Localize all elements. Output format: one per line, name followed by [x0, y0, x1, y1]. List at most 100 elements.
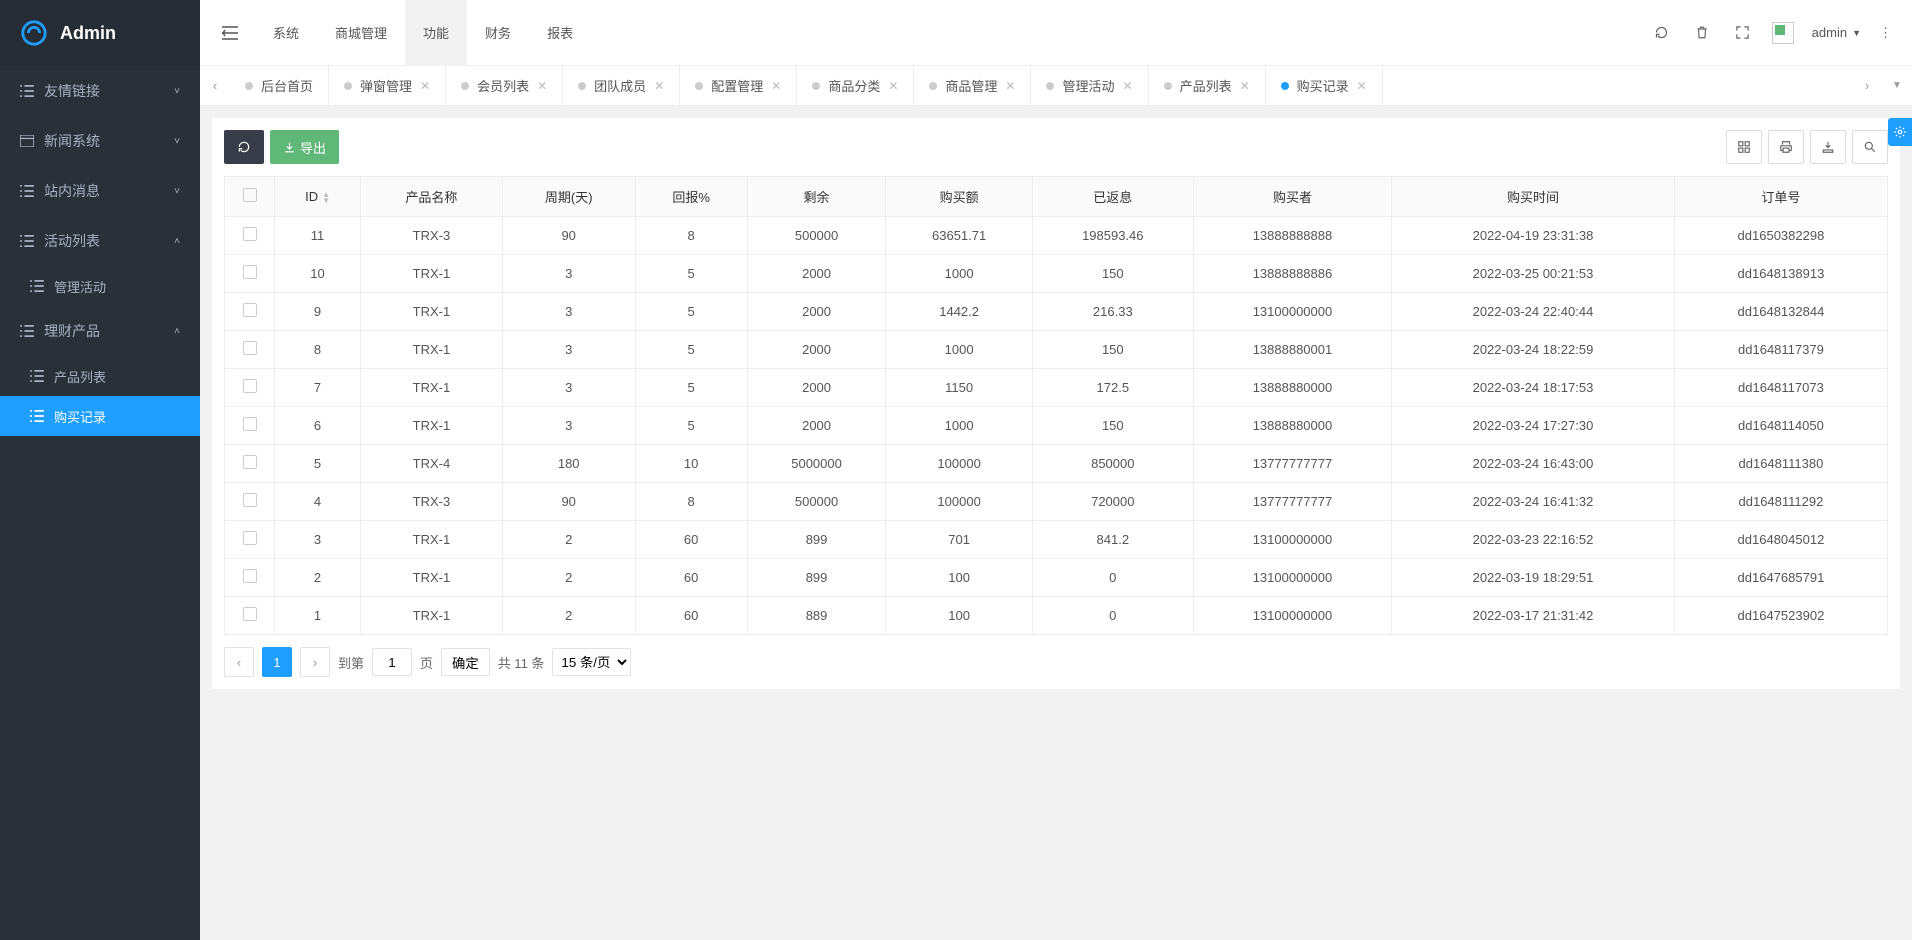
- table-cell: 1000: [886, 407, 1032, 445]
- search-button[interactable]: [1852, 130, 1888, 164]
- row-checkbox[interactable]: [243, 303, 257, 317]
- top-menu-item[interactable]: 商城管理: [317, 0, 405, 66]
- pagination-pagesize-select[interactable]: 15 条/页: [552, 648, 631, 676]
- tab[interactable]: 团队成员✕: [563, 66, 680, 106]
- column-checkbox: [225, 177, 275, 217]
- tab-close-icon[interactable]: ✕: [1123, 79, 1133, 93]
- tab-close-icon[interactable]: ✕: [420, 79, 430, 93]
- tabs-dropdown-button[interactable]: ▼: [1882, 66, 1912, 106]
- table-cell: 2022-03-23 22:16:52: [1392, 521, 1675, 559]
- tab[interactable]: 后台首页: [230, 66, 329, 106]
- column-header: 剩余: [747, 177, 886, 217]
- side-config-toggle[interactable]: [1888, 118, 1912, 146]
- table-cell: 2: [502, 597, 635, 635]
- table-cell: 13777777777: [1193, 445, 1391, 483]
- pagination-next-button[interactable]: ›: [300, 647, 330, 677]
- table-cell: TRX-1: [361, 293, 503, 331]
- tab-close-icon[interactable]: ✕: [771, 79, 781, 93]
- row-checkbox[interactable]: [243, 341, 257, 355]
- pagination-page-1[interactable]: 1: [262, 647, 292, 677]
- fullscreen-icon[interactable]: [1731, 21, 1754, 44]
- user-menu[interactable]: admin ▼: [1812, 25, 1861, 40]
- top-menu-item[interactable]: 财务: [467, 0, 529, 66]
- table-cell: 8: [275, 331, 361, 369]
- tab-dot-icon: [929, 82, 937, 90]
- sidebar-group[interactable]: 友情链接˅: [0, 66, 200, 116]
- tab[interactable]: 会员列表✕: [446, 66, 563, 106]
- tab-close-icon[interactable]: ✕: [537, 79, 547, 93]
- tab-dot-icon: [1281, 82, 1289, 90]
- column-header[interactable]: ID▲▼: [275, 177, 361, 217]
- row-checkbox[interactable]: [243, 417, 257, 431]
- sort-icon[interactable]: ▲▼: [322, 192, 330, 204]
- table-row: 8TRX-13520001000150138888800012022-03-24…: [225, 331, 1888, 369]
- menu-toggle-button[interactable]: [210, 26, 250, 40]
- tab[interactable]: 配置管理✕: [680, 66, 797, 106]
- row-checkbox[interactable]: [243, 493, 257, 507]
- tab-close-icon[interactable]: ✕: [1005, 79, 1015, 93]
- tab[interactable]: 产品列表✕: [1149, 66, 1266, 106]
- sidebar-group[interactable]: 站内消息˅: [0, 166, 200, 216]
- tabs-scroll-left-button[interactable]: ‹: [200, 66, 230, 106]
- row-checkbox[interactable]: [243, 379, 257, 393]
- tab[interactable]: 弹窗管理✕: [329, 66, 446, 106]
- table-cell: 701: [886, 521, 1032, 559]
- sidebar-sub-item[interactable]: 购买记录: [0, 396, 200, 436]
- toolbar: 导出: [224, 130, 1888, 164]
- pagination-goto-input[interactable]: [372, 648, 412, 676]
- tab-close-icon[interactable]: ✕: [654, 79, 664, 93]
- more-icon[interactable]: ⋮: [1879, 25, 1892, 41]
- print-button[interactable]: [1768, 130, 1804, 164]
- tab-label: 商品管理: [945, 76, 997, 95]
- chevron-down-icon: ˅: [174, 86, 180, 97]
- sidebar-group[interactable]: 理财产品˄: [0, 306, 200, 356]
- table-cell: 2022-03-24 22:40:44: [1392, 293, 1675, 331]
- table-cell: dd1647685791: [1674, 559, 1887, 597]
- table-row: 9TRX-13520001442.2216.33131000000002022-…: [225, 293, 1888, 331]
- row-checkbox[interactable]: [243, 607, 257, 621]
- tab-close-icon[interactable]: ✕: [888, 79, 898, 93]
- table-cell: 0: [1032, 597, 1193, 635]
- table-cell: 13888888888: [1193, 217, 1391, 255]
- tab[interactable]: 商品管理 ✕: [914, 66, 1031, 106]
- sidebar-sub-item[interactable]: 产品列表: [0, 356, 200, 396]
- select-all-checkbox[interactable]: [243, 188, 257, 202]
- row-checkbox[interactable]: [243, 569, 257, 583]
- export-tool-button[interactable]: [1810, 130, 1846, 164]
- pagination-confirm-button[interactable]: 确定: [441, 648, 490, 676]
- trash-icon[interactable]: [1691, 21, 1713, 44]
- table-cell: 13100000000: [1193, 293, 1391, 331]
- row-checkbox[interactable]: [243, 455, 257, 469]
- refresh-icon[interactable]: [1650, 21, 1673, 44]
- table-cell: 10: [275, 255, 361, 293]
- top-menu-item[interactable]: 系统: [255, 0, 317, 66]
- tab[interactable]: 购买记录 ✕: [1266, 66, 1383, 106]
- tab-label: 购买记录: [1297, 76, 1349, 95]
- chevron-down-icon: ˅: [174, 186, 180, 197]
- pagination-prev-button[interactable]: ‹: [224, 647, 254, 677]
- tabs-scroll-right-button[interactable]: ›: [1852, 66, 1882, 106]
- sidebar-group[interactable]: 新闻系统˅: [0, 116, 200, 166]
- top-menu-item[interactable]: 功能: [405, 0, 467, 66]
- sidebar-group-label: 理财产品: [44, 321, 100, 341]
- table-row: 1TRX-12608891000131000000002022-03-17 21…: [225, 597, 1888, 635]
- table-cell: dd1648045012: [1674, 521, 1887, 559]
- tab-close-icon[interactable]: ✕: [1240, 79, 1250, 93]
- export-button[interactable]: 导出: [270, 130, 339, 164]
- top-menu-item[interactable]: 报表: [529, 0, 591, 66]
- tab[interactable]: 管理活动✕: [1031, 66, 1148, 106]
- row-checkbox[interactable]: [243, 265, 257, 279]
- refresh-button[interactable]: [224, 130, 264, 164]
- table-cell: [225, 255, 275, 293]
- table-cell: 3: [502, 407, 635, 445]
- tab-close-icon[interactable]: ✕: [1357, 79, 1367, 93]
- pagination: ‹ 1 › 到第 页 确定 共 11 条 15 条/页: [224, 647, 1888, 677]
- table-cell: 216.33: [1032, 293, 1193, 331]
- row-checkbox[interactable]: [243, 531, 257, 545]
- sidebar-group[interactable]: 活动列表˄: [0, 216, 200, 266]
- table-cell: dd1648117073: [1674, 369, 1887, 407]
- tab[interactable]: 商品分类✕: [797, 66, 914, 106]
- sidebar-sub-item[interactable]: 管理活动: [0, 266, 200, 306]
- table-filter-button[interactable]: [1726, 130, 1762, 164]
- row-checkbox[interactable]: [243, 227, 257, 241]
